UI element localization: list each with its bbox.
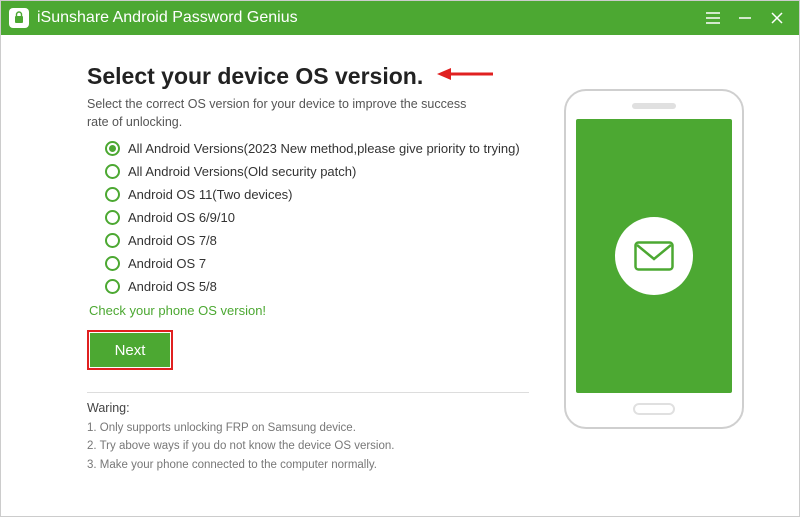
radio-icon [105, 164, 120, 179]
check-os-version-link[interactable]: Check your phone OS version! [89, 303, 266, 318]
annotation-highlight-box: Next [87, 330, 173, 370]
radio-icon [105, 210, 120, 225]
phone-home-button [633, 403, 675, 415]
close-button[interactable] [765, 6, 789, 30]
radio-icon [105, 141, 120, 156]
warning-list: 1. Only supports unlocking FRP on Samsun… [87, 419, 529, 474]
os-option-radio[interactable]: Android OS 5/8 [105, 279, 529, 294]
menu-button[interactable] [701, 6, 725, 30]
divider [87, 392, 529, 393]
phone-speaker [632, 103, 676, 109]
titlebar: iSunshare Android Password Genius [1, 1, 799, 35]
radio-label: Android OS 5/8 [128, 279, 217, 294]
phone-illustration [564, 89, 744, 429]
os-option-radio[interactable]: Android OS 6/9/10 [105, 210, 529, 225]
app-title: iSunshare Android Password Genius [37, 9, 693, 27]
radio-icon [105, 233, 120, 248]
warning-item: 3. Make your phone connected to the comp… [87, 456, 529, 474]
radio-label: Android OS 11(Two devices) [128, 187, 293, 202]
os-option-radio[interactable]: Android OS 11(Two devices) [105, 187, 529, 202]
radio-icon [105, 279, 120, 294]
minimize-button[interactable] [733, 6, 757, 30]
envelope-icon [615, 217, 693, 295]
radio-label: All Android Versions(2023 New method,ple… [128, 141, 520, 156]
warning-item: 2. Try above ways if you do not know the… [87, 437, 529, 455]
os-option-radio[interactable]: Android OS 7 [105, 256, 529, 271]
left-panel: Select your device OS version. Select th… [87, 63, 549, 506]
radio-label: Android OS 6/9/10 [128, 210, 235, 225]
next-button[interactable]: Next [90, 333, 170, 367]
os-option-radio[interactable]: Android OS 7/8 [105, 233, 529, 248]
radio-label: Android OS 7/8 [128, 233, 217, 248]
radio-label: Android OS 7 [128, 256, 206, 271]
os-version-radio-group: All Android Versions(2023 New method,ple… [105, 141, 529, 294]
content-area: Select your device OS version. Select th… [1, 35, 799, 516]
app-logo-icon [9, 8, 29, 28]
radio-icon [105, 187, 120, 202]
annotation-arrow-icon [437, 65, 495, 88]
page-subtitle: Select the correct OS version for your d… [87, 96, 487, 131]
radio-label: All Android Versions(Old security patch) [128, 164, 356, 179]
page-title: Select your device OS version. [87, 63, 423, 90]
warning-title: Waring: [87, 401, 529, 415]
phone-screen [576, 119, 732, 393]
os-option-radio[interactable]: All Android Versions(Old security patch) [105, 164, 529, 179]
right-panel [549, 63, 759, 506]
warning-item: 1. Only supports unlocking FRP on Samsun… [87, 419, 529, 437]
radio-icon [105, 256, 120, 271]
os-option-radio[interactable]: All Android Versions(2023 New method,ple… [105, 141, 529, 156]
